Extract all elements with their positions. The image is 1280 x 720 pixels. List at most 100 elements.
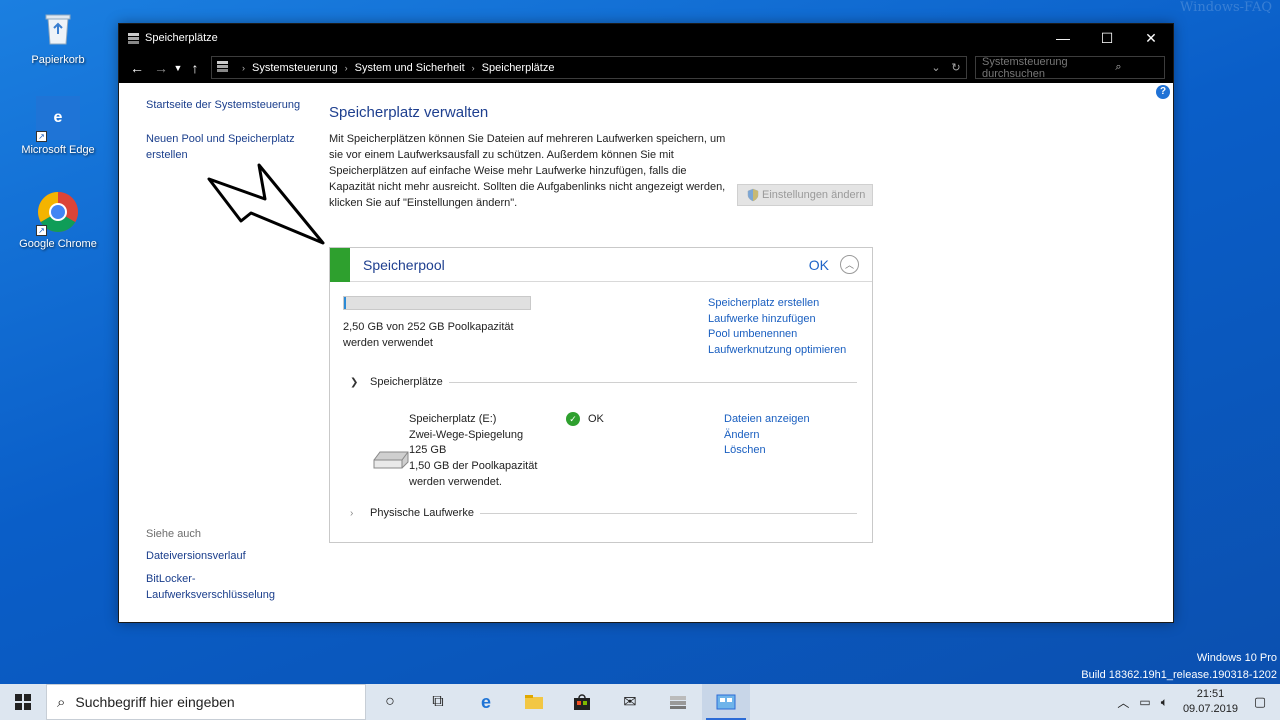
- breadcrumb-system-und-sicherheit[interactable]: System und Sicherheit: [355, 62, 465, 74]
- bitlocker-link[interactable]: BitLocker-Laufwerksverschlüsselung: [146, 571, 281, 603]
- spaces-section-header[interactable]: ❯ Speicherplätze: [350, 376, 857, 388]
- close-icon[interactable]: ✕: [1129, 24, 1173, 52]
- space-status: ✓ OK: [566, 412, 604, 426]
- search-icon: ⌕: [57, 693, 66, 711]
- windows-build-info: Windows 10 Pro Build 18362.19h1_release.…: [1081, 650, 1277, 684]
- back-arrow-icon[interactable]: ←: [127, 57, 147, 79]
- desktop-icon-recycle-bin[interactable]: Papierkorb: [16, 6, 100, 66]
- storage-spaces-window: Speicherplätze — ☐ ✕ ← → ▼ ↑ › Systemste…: [118, 23, 1174, 623]
- breadcrumb-speicherplaetze[interactable]: Speicherplätze: [482, 62, 555, 74]
- maximize-icon[interactable]: ☐: [1085, 24, 1129, 52]
- taskbar: ⌕ Suchbegriff hier eingeben ○ ⧉ e ✉ ︿ ▭ …: [0, 684, 1280, 720]
- clock-date: 09.07.2019: [1182, 703, 1238, 715]
- create-pool-link[interactable]: Neuen Pool und Speicherplatz erstellen: [146, 131, 301, 163]
- storage-spaces-taskbar-icon[interactable]: [654, 684, 702, 720]
- desktop-icon-chrome[interactable]: ↗ Google Chrome: [16, 190, 100, 250]
- chevron-right-icon: ›: [350, 507, 354, 519]
- taskbar-search-input[interactable]: ⌕ Suchbegriff hier eingeben: [46, 684, 366, 720]
- spaces-section-label: Speicherplätze: [370, 376, 443, 388]
- minimize-icon[interactable]: —: [1041, 24, 1085, 52]
- see-also-heading: Siehe auch: [146, 528, 202, 540]
- left-navigation-pane: Startseite der Systemsteuerung Neuen Poo…: [146, 97, 316, 163]
- space-resiliency: Zwei-Wege-Spiegelung: [409, 428, 524, 441]
- notification-icon[interactable]: ▢: [1248, 694, 1272, 710]
- optimize-drive-usage-link[interactable]: Laufwerknutzung optimieren: [708, 343, 846, 359]
- start-button[interactable]: [0, 684, 46, 720]
- change-settings-button[interactable]: Einstellungen ändern: [737, 184, 873, 206]
- watermark-text: Windows-FAQ: [1180, 0, 1272, 15]
- chevron-up-icon[interactable]: ︿: [1117, 694, 1129, 711]
- search-icon[interactable]: ⌕: [1073, 61, 1164, 74]
- chrome-icon: ↗: [36, 190, 80, 236]
- volume-icon[interactable]: 🔈︎: [1161, 695, 1168, 710]
- section-divider: [448, 381, 857, 383]
- physical-drives-section-header[interactable]: › Physische Laufwerke: [350, 507, 857, 519]
- recent-locations-chevron-icon[interactable]: ▼: [171, 57, 185, 79]
- refresh-icon[interactable]: ↻: [946, 61, 966, 74]
- page-description: Mit Speicherplätzen können Sie Dateien a…: [329, 133, 726, 209]
- add-drives-link[interactable]: Laufwerke hinzufügen: [708, 312, 846, 328]
- desktop-icon-edge[interactable]: e ↗ Microsoft Edge: [16, 96, 100, 156]
- task-view-icon[interactable]: ⧉: [414, 684, 462, 720]
- mail-icon[interactable]: ✉: [606, 684, 654, 720]
- file-history-link[interactable]: Dateiversionsverlauf: [146, 548, 316, 564]
- pool-status: OK: [808, 256, 829, 273]
- address-field[interactable]: › Systemsteuerung › System und Sicherhei…: [211, 56, 967, 79]
- title-bar[interactable]: Speicherplätze — ☐ ✕: [119, 24, 1173, 52]
- space-size: 125 GB: [409, 444, 447, 457]
- rename-pool-link[interactable]: Pool umbenennen: [708, 327, 846, 343]
- forward-arrow-icon[interactable]: →: [151, 57, 171, 79]
- section-divider: [479, 512, 857, 514]
- storage-spaces-icon: [127, 32, 140, 45]
- pool-task-links: Speicherplatz erstellen Laufwerke hinzuf…: [708, 296, 846, 359]
- create-space-link[interactable]: Speicherplatz erstellen: [708, 296, 846, 312]
- desktop-icon-label: Microsoft Edge: [21, 144, 95, 156]
- pool-usage-text: 2,50 GB von 252 GB Poolkapazität werden …: [343, 319, 543, 351]
- pool-usage-bar: [343, 296, 531, 310]
- clock[interactable]: 21:51 09.07.2019: [1183, 687, 1238, 717]
- change-settings-label: Einstellungen ändern: [762, 189, 866, 201]
- desktop-icon-label: Google Chrome: [19, 238, 97, 250]
- change-space-link[interactable]: Ändern: [724, 428, 810, 444]
- content-area: ? Startseite der Systemsteuerung Neuen P…: [119, 83, 1173, 622]
- breadcrumb-separator-icon: ›: [471, 62, 475, 73]
- space-task-links: Dateien anzeigen Ändern Löschen: [724, 412, 810, 459]
- shortcut-arrow-icon: ↗: [36, 225, 47, 236]
- pool-health-indicator: [330, 247, 350, 282]
- page-title: Speicherplatz verwalten: [329, 104, 489, 121]
- network-icon[interactable]: ▭: [1139, 695, 1150, 709]
- storage-space-details: Speicherplatz (E:) Zwei-Wege-Spiegelung …: [409, 412, 559, 491]
- control-panel-home-link[interactable]: Startseite der Systemsteuerung: [146, 97, 316, 113]
- breadcrumb-separator-icon: ›: [242, 62, 245, 73]
- shortcut-arrow-icon: ↗: [36, 131, 47, 142]
- view-files-link[interactable]: Dateien anzeigen: [724, 412, 810, 428]
- see-also-section: Siehe auch Dateiversionsverlauf BitLocke…: [146, 528, 316, 610]
- address-bar: ← → ▼ ↑ › Systemsteuerung › System und S…: [119, 52, 1173, 83]
- edge-taskbar-icon[interactable]: e: [462, 684, 510, 720]
- collapse-chevron-icon[interactable]: ︿: [840, 255, 859, 274]
- pointer-arrow-icon: [207, 163, 325, 245]
- pool-usage-fill: [344, 297, 346, 309]
- space-used-line-1: 1,50 GB der Poolkapazität: [409, 460, 538, 473]
- cortana-icon[interactable]: ○: [366, 684, 414, 720]
- pool-header[interactable]: Speicherpool OK ︿: [330, 247, 872, 282]
- location-icon: [216, 60, 229, 76]
- delete-space-link[interactable]: Löschen: [724, 443, 810, 459]
- search-input[interactable]: Systemsteuerung durchsuchen ⌕: [975, 56, 1165, 80]
- physical-drives-label: Physische Laufwerke: [370, 507, 474, 519]
- help-icon[interactable]: ?: [1156, 85, 1170, 99]
- desktop-icon-label: Papierkorb: [31, 54, 85, 66]
- os-edition: Windows 10 Pro: [1196, 652, 1277, 664]
- up-arrow-icon[interactable]: ↑: [185, 57, 205, 79]
- uac-shield-icon: [746, 188, 760, 202]
- breadcrumb-systemsteuerung[interactable]: Systemsteuerung: [252, 62, 338, 74]
- file-explorer-icon[interactable]: [510, 684, 558, 720]
- windows-logo-icon: [15, 694, 31, 710]
- address-dropdown-icon[interactable]: ⌄: [926, 61, 946, 74]
- taskbar-search-placeholder: Suchbegriff hier eingeben: [75, 694, 235, 710]
- store-icon[interactable]: [558, 684, 606, 720]
- clock-time: 21:51: [1196, 688, 1225, 700]
- chevron-down-icon: ❯: [350, 376, 359, 388]
- pool-title: Speicherpool: [363, 256, 445, 273]
- control-panel-taskbar-icon[interactable]: [702, 684, 750, 720]
